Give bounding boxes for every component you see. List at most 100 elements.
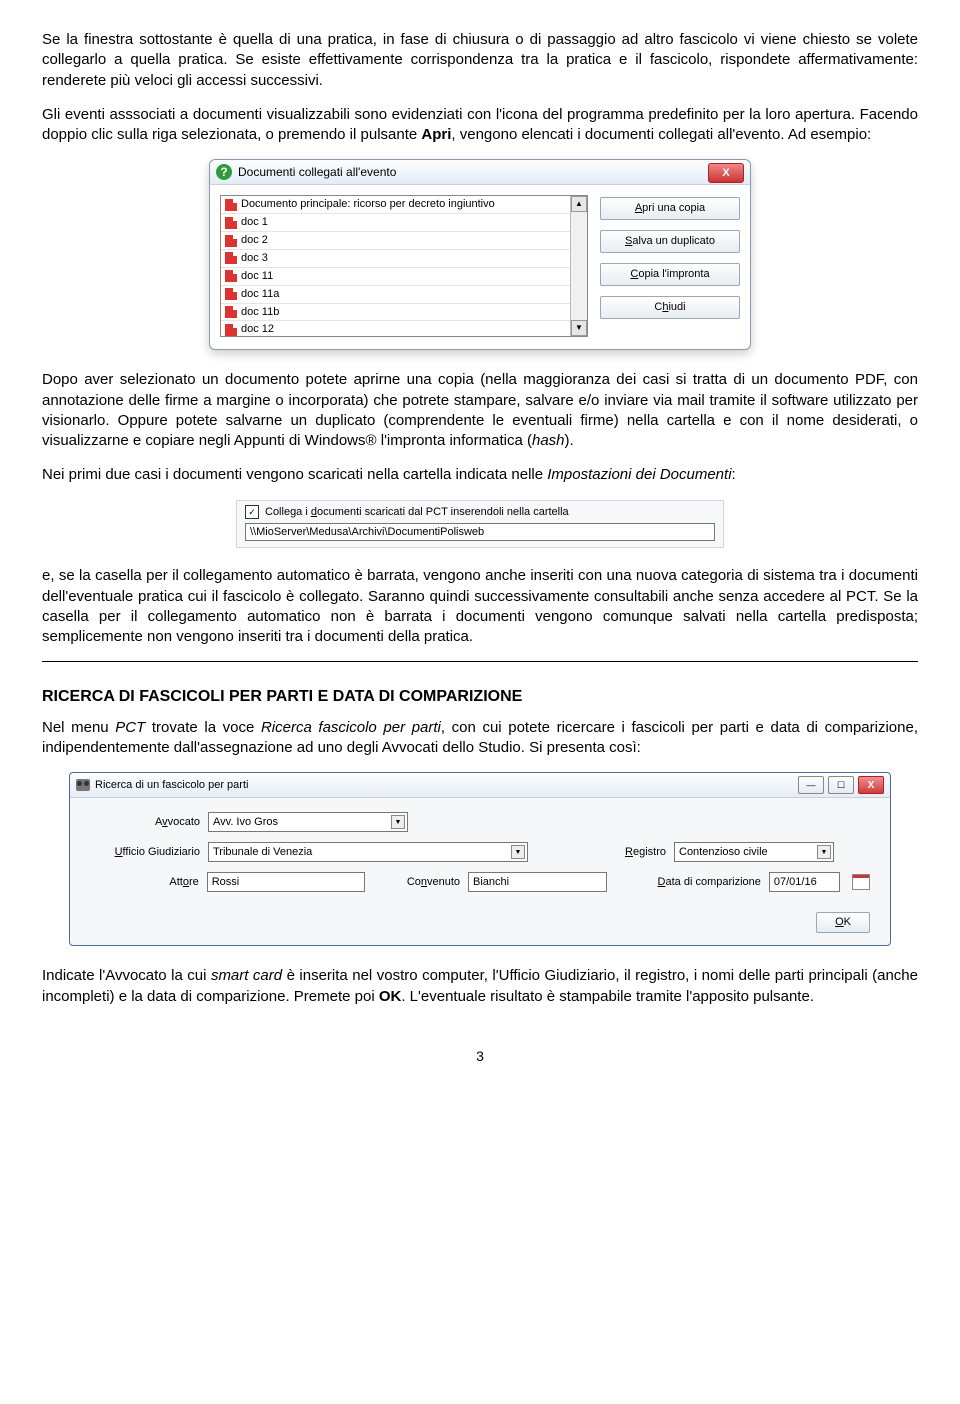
list-item-label: doc 1 xyxy=(241,215,268,230)
save-duplicate-button[interactable]: Salva un duplicato xyxy=(600,230,740,253)
path-input[interactable]: \\MioServer\Medusa\Archivi\DocumentiPoli… xyxy=(245,523,715,542)
list-item[interactable]: doc 1 xyxy=(221,214,570,232)
close-button[interactable]: Chiudi xyxy=(600,296,740,319)
close-button[interactable]: X xyxy=(858,776,884,794)
page-number: 3 xyxy=(42,1047,918,1066)
pdf-icon xyxy=(225,270,237,282)
dialog-search-fascicolo: Ricerca di un fascicolo per parti — ☐ X … xyxy=(42,772,918,946)
mnemonic: U xyxy=(115,846,123,858)
dialog-title: Documenti collegati all'evento xyxy=(238,164,396,180)
label-avvocato: Avvocato xyxy=(90,815,200,830)
text-italic: Impostazioni dei Documenti xyxy=(547,466,731,483)
chevron-down-icon: ▼ xyxy=(391,815,405,829)
pdf-icon xyxy=(225,217,237,229)
scroll-up-button[interactable]: ▲ xyxy=(571,196,587,212)
label-registro: Registro xyxy=(556,845,666,860)
copy-hash-button[interactable]: Copia l'impronta xyxy=(600,263,740,286)
text: : xyxy=(732,466,736,483)
input-value: 07/01/16 xyxy=(774,875,817,890)
text-italic: hash xyxy=(532,432,565,449)
close-button[interactable]: X xyxy=(708,163,744,183)
list-item[interactable]: doc 2 xyxy=(221,232,570,250)
text-italic: smart card xyxy=(211,967,282,984)
list-item[interactable]: doc 11a xyxy=(221,286,570,304)
data-input[interactable]: 07/01/16 xyxy=(769,872,840,892)
dialog-title: Ricerca di un fascicolo per parti xyxy=(95,778,248,793)
registro-dropdown[interactable]: Contenzioso civile ▼ xyxy=(674,842,834,862)
avvocato-dropdown[interactable]: Avv. Ivo Gros ▼ xyxy=(208,812,408,832)
list-item-label: Documento principale: ricorso per decret… xyxy=(241,197,495,212)
chevron-down-icon: ▼ xyxy=(511,845,525,859)
open-copy-button[interactable]: Apri una copia xyxy=(600,197,740,220)
mnemonic: C xyxy=(630,268,638,280)
label-convenuto: Convenuto xyxy=(381,875,460,890)
dialog-documents-attached: ? Documenti collegati all'evento X Docum… xyxy=(42,159,918,350)
calendar-icon[interactable] xyxy=(852,874,870,890)
scroll-down-button[interactable]: ▼ xyxy=(571,320,587,336)
text-bold: OK xyxy=(379,988,402,1005)
text-italic: Ricerca fascicolo per parti xyxy=(261,719,441,736)
paragraph-download-location: Nei primi due casi i documenti vengono s… xyxy=(42,465,918,485)
list-item-label: doc 11 xyxy=(241,269,273,284)
pdf-icon xyxy=(225,324,237,336)
mnemonic: O xyxy=(835,916,844,928)
list-item-label: doc 2 xyxy=(241,233,268,248)
text-italic: PCT xyxy=(115,719,145,736)
dialog-titlebar: Ricerca di un fascicolo per parti — ☐ X xyxy=(70,773,890,798)
option-auto-link: ✓ Collega i documenti scaricati dal PCT … xyxy=(42,500,918,549)
maximize-button[interactable]: ☐ xyxy=(828,776,854,794)
text: trovate la voce xyxy=(145,719,261,736)
mnemonic: S xyxy=(625,235,632,247)
text: ). xyxy=(565,432,574,449)
list-item-label: doc 11a xyxy=(241,287,279,302)
list-item[interactable]: doc 12 xyxy=(221,321,570,336)
paragraph-search-instruction: Indicate l'Avvocato la cui smart card è … xyxy=(42,966,918,1007)
text: Nei primi due casi i documenti vengono s… xyxy=(42,466,547,483)
section-heading: RICERCA DI FASCICOLI PER PARTI E DATA DI… xyxy=(42,686,918,708)
label-data-comparizione: Data di comparizione xyxy=(623,875,761,890)
mnemonic: n xyxy=(421,876,427,888)
attore-input[interactable]: Rossi xyxy=(207,872,365,892)
chevron-down-icon: ▼ xyxy=(817,845,831,859)
section-divider xyxy=(42,661,918,662)
label-attore: Attore xyxy=(90,875,199,890)
checkbox-auto-link[interactable]: ✓ xyxy=(245,505,259,519)
text: Collega i xyxy=(265,506,311,518)
ufficio-dropdown[interactable]: Tribunale di Venezia ▼ xyxy=(208,842,528,862)
mnemonic: D xyxy=(658,876,666,888)
convenuto-input[interactable]: Bianchi xyxy=(468,872,606,892)
text: Dopo aver selezionato un documento potet… xyxy=(42,371,918,449)
list-item[interactable]: doc 11 xyxy=(221,268,570,286)
mnemonic: o xyxy=(183,876,189,888)
input-value: Avv. Ivo Gros xyxy=(213,815,278,830)
paragraph-intro: Se la finestra sottostante è quella di u… xyxy=(42,30,918,91)
document-listbox[interactable]: Documento principale: ricorso per decret… xyxy=(220,195,588,337)
checkbox-label: Collega i documenti scaricati dal PCT in… xyxy=(265,505,569,520)
paragraph-after-select: Dopo aver selezionato un documento potet… xyxy=(42,370,918,451)
mnemonic: A xyxy=(635,202,642,214)
label-ufficio: Ufficio Giudiziario xyxy=(90,845,200,860)
list-item[interactable]: doc 3 xyxy=(221,250,570,268)
list-item[interactable]: Documento principale: ricorso per decret… xyxy=(221,196,570,214)
list-item-label: doc 3 xyxy=(241,251,268,266)
pdf-icon xyxy=(225,252,237,264)
mnemonic: h xyxy=(662,301,668,313)
input-value: Tribunale di Venezia xyxy=(213,845,312,860)
search-icon xyxy=(76,779,90,791)
pdf-icon xyxy=(225,306,237,318)
list-item-label: doc 11b xyxy=(241,305,279,320)
pdf-icon xyxy=(225,235,237,247)
scrollbar[interactable]: ▲ ▼ xyxy=(570,196,587,336)
paragraph-auto-link-expl: e, se la casella per il collegamento aut… xyxy=(42,566,918,647)
list-item[interactable]: doc 11b xyxy=(221,304,570,322)
text-bold: Apri xyxy=(421,126,451,143)
paragraph-events: Gli eventi asssociati a documenti visual… xyxy=(42,105,918,146)
input-value: Bianchi xyxy=(473,875,509,890)
pdf-icon xyxy=(225,199,237,211)
paragraph-search-intro: Nel menu PCT trovate la voce Ricerca fas… xyxy=(42,718,918,759)
minimize-button[interactable]: — xyxy=(798,776,824,794)
text: Nel menu xyxy=(42,719,115,736)
ok-button[interactable]: OK xyxy=(816,912,870,933)
text: Indicate l'Avvocato la cui xyxy=(42,967,211,984)
input-value: Contenzioso civile xyxy=(679,845,768,860)
